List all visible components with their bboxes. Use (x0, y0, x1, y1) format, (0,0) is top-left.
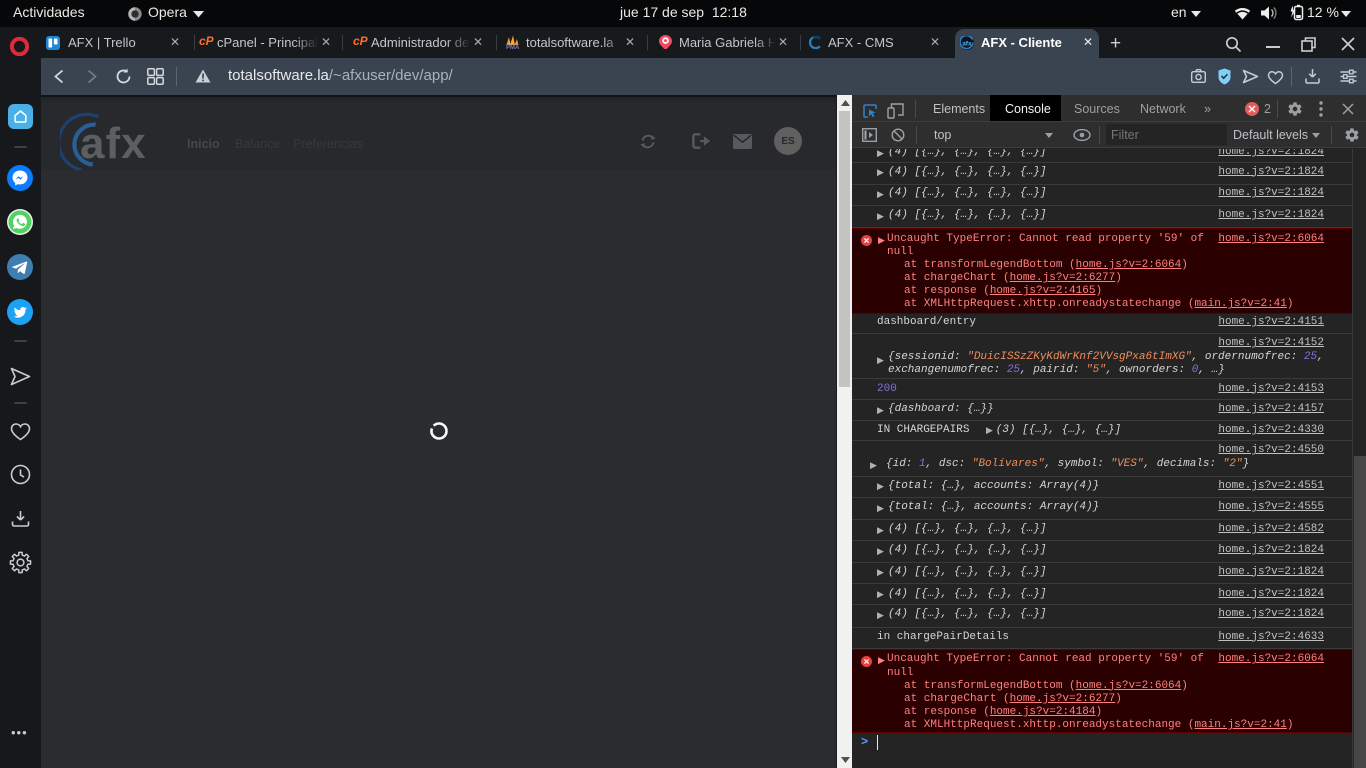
svg-text:afx: afx (962, 41, 972, 48)
svg-text:PMA: PMA (506, 45, 520, 50)
svg-text:afx: afx (80, 119, 147, 168)
